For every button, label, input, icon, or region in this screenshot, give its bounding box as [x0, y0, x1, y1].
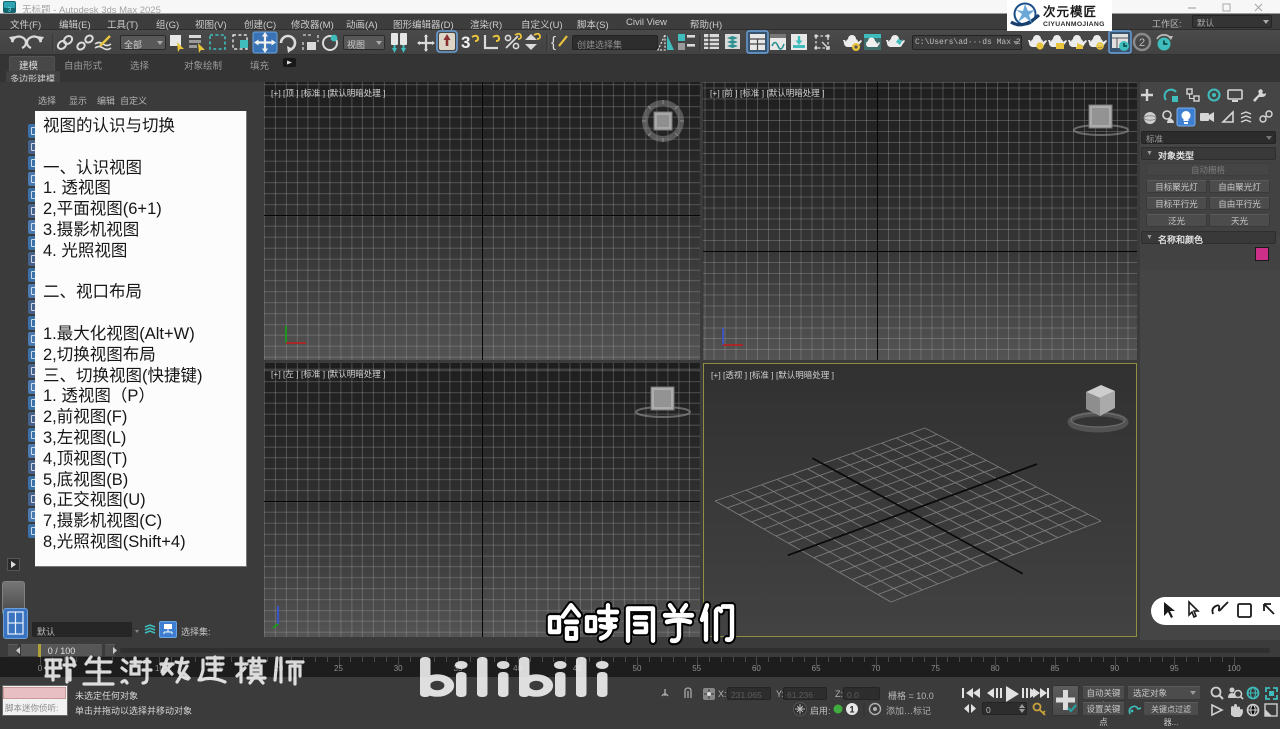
svg-text:{: { [551, 34, 556, 51]
svg-text:CIYUANMOJIANG: CIYUANMOJIANG [1043, 21, 1105, 28]
svg-text:2: 2 [1139, 37, 1145, 49]
svg-text:次元模匠: 次元模匠 [1043, 4, 1097, 19]
svg-text:3: 3 [461, 33, 470, 52]
svg-text:1: 1 [849, 705, 854, 715]
